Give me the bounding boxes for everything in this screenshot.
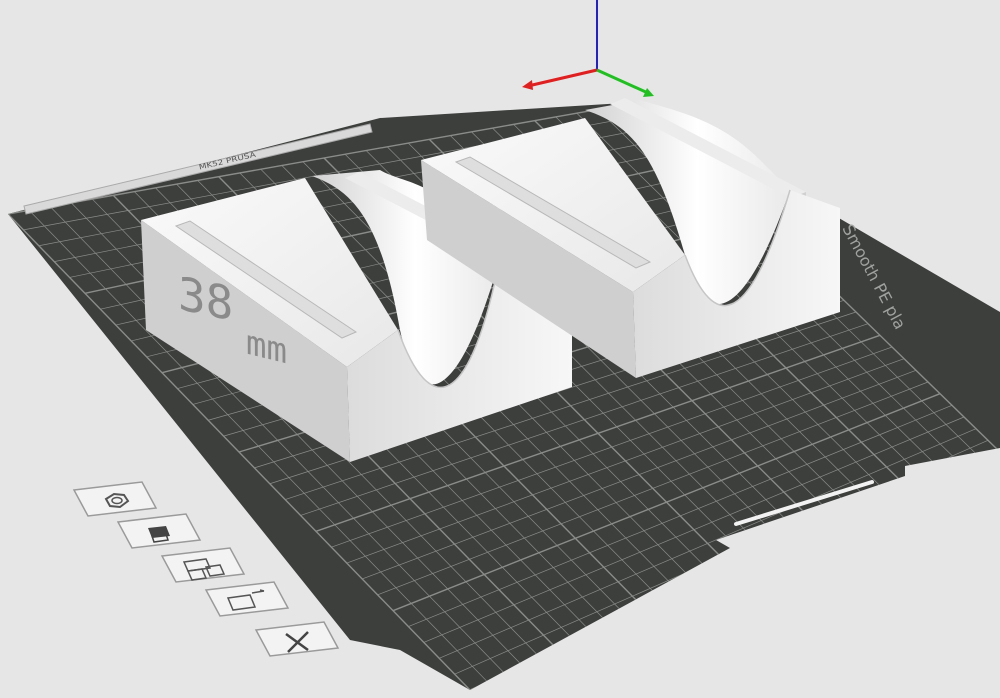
delete-button[interactable] (254, 621, 340, 657)
x-axis-arrow (522, 80, 533, 90)
x-axis (527, 68, 598, 88)
y-axis (596, 68, 649, 95)
export-button[interactable] (204, 581, 290, 617)
import-button[interactable] (116, 513, 202, 549)
layout-button[interactable] (160, 547, 246, 583)
axes-gizmo (522, 0, 654, 97)
settings-button[interactable] (72, 481, 158, 517)
3d-viewport[interactable]: MK52 PRUSA Smooth PE pla 38 mm (0, 0, 1000, 698)
